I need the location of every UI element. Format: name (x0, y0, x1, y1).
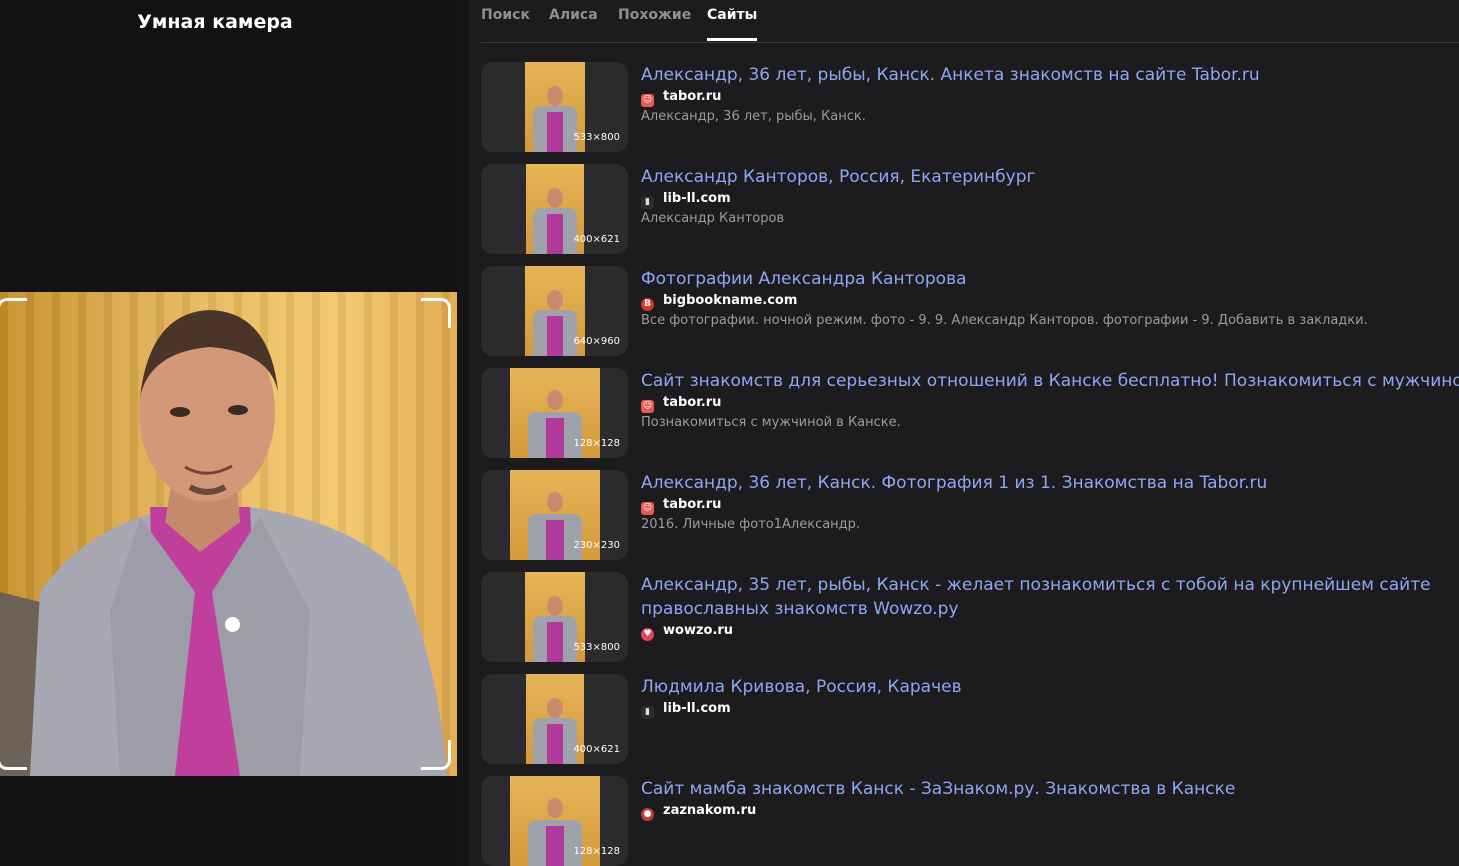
image-dimensions: 128×128 (573, 846, 620, 857)
result-item[interactable]: 533×800 Александр, 35 лет, рыбы, Канск -… (481, 572, 1459, 662)
left-panel: Умная камера (0, 0, 457, 866)
bigbookname-icon: B (641, 298, 654, 311)
result-item[interactable]: 640×960 Фотографии Александра Канторова … (481, 266, 1459, 356)
image-dimensions: 533×800 (573, 642, 620, 653)
result-item[interactable]: 400×621 Людмила Кривова, Россия, Карачев… (481, 674, 1459, 764)
site-domain[interactable]: tabor.ru (663, 497, 721, 512)
tab-bar: Поиск Алиса Похожие Сайты (481, 0, 1459, 43)
results-panel: Поиск Алиса Похожие Сайты 533×800 Алекса… (469, 0, 1459, 866)
result-thumbnail[interactable]: 400×621 (481, 674, 628, 764)
result-thumbnail[interactable]: 640×960 (481, 266, 628, 356)
result-item[interactable]: 533×800 Александр, 36 лет, рыбы, Канск. … (481, 62, 1459, 152)
result-snippet: Александр, 36 лет, рыбы, Канск. (641, 109, 866, 124)
result-title-link[interactable]: Сайт мамба знакомств Канск - ЗаЗнаком.ру… (641, 777, 1459, 801)
result-site[interactable]: ● zaznakom.ru (641, 803, 756, 821)
tab-sites[interactable]: Сайты (707, 7, 758, 41)
result-thumbnail[interactable]: 400×621 (481, 164, 628, 254)
result-site[interactable]: ☺ tabor.ru (641, 89, 721, 107)
result-thumbnail[interactable]: 533×800 (481, 62, 628, 152)
crop-corner-bottom-left[interactable] (0, 740, 27, 770)
result-title-link[interactable]: Фотографии Александра Канторова (641, 267, 1459, 291)
result-title-link[interactable]: Людмила Кривова, Россия, Карачев (641, 675, 1459, 699)
crop-corner-top-right[interactable] (421, 298, 451, 328)
result-item[interactable]: 128×128 Сайт знакомств для серьезных отн… (481, 368, 1459, 458)
object-marker-dot[interactable] (225, 617, 240, 632)
result-site[interactable]: ☺ tabor.ru (641, 497, 721, 515)
book-icon: ▮ (641, 706, 654, 719)
image-dimensions: 400×621 (573, 234, 620, 245)
result-site[interactable]: Bbigbookname.com (641, 293, 797, 311)
crop-corner-bottom-right[interactable] (421, 740, 451, 770)
result-site[interactable]: ▮ lib-ll.com (641, 701, 731, 719)
site-domain[interactable]: tabor.ru (663, 395, 721, 410)
person-photo-illustration (0, 310, 447, 776)
result-title-link[interactable]: Александр, 36 лет, рыбы, Канск. Анкета з… (641, 63, 1459, 87)
result-thumbnail[interactable]: 230×230 (481, 470, 628, 560)
result-thumbnail[interactable]: 128×128 (481, 776, 628, 866)
result-item[interactable]: 128×128 Сайт мамба знакомств Канск - ЗаЗ… (481, 776, 1459, 866)
heart-icon: ♥ (641, 628, 654, 641)
image-dimensions: 533×800 (573, 132, 620, 143)
result-thumbnail[interactable]: 128×128 (481, 368, 628, 458)
book-icon: ▮ (641, 196, 654, 209)
result-item[interactable]: 400×621 Александр Канторов, Россия, Екат… (481, 164, 1459, 254)
site-domain[interactable]: bigbookname.com (663, 293, 797, 308)
result-snippet: Александр Канторов (641, 211, 785, 226)
result-site[interactable]: ☺ tabor.ru (641, 395, 721, 413)
site-domain[interactable]: zaznakom.ru (663, 803, 756, 818)
result-title-link[interactable]: Александр, 35 лет, рыбы, Канск - желает … (641, 573, 1459, 621)
tabor-icon: ☺ (641, 502, 654, 515)
result-site[interactable]: ♥ wowzo.ru (641, 623, 733, 641)
site-domain[interactable]: wowzo.ru (663, 623, 733, 638)
query-photo[interactable] (0, 292, 457, 776)
panel-divider (457, 0, 469, 866)
site-domain[interactable]: tabor.ru (663, 89, 721, 104)
result-item[interactable]: 230×230 Александр, 36 лет, Канск. Фотогр… (481, 470, 1459, 560)
result-title-link[interactable]: Сайт знакомств для серьезных отношений в… (641, 369, 1459, 393)
tab-search[interactable]: Поиск (481, 7, 530, 23)
image-dimensions: 640×960 (573, 336, 620, 347)
result-snippet: Познакомиться с мужчиной в Канске. (641, 415, 901, 430)
image-dimensions: 128×128 (573, 438, 620, 449)
site-domain[interactable]: lib-ll.com (663, 191, 731, 206)
result-title-link[interactable]: Александр Канторов, Россия, Екатеринбург (641, 165, 1459, 189)
tab-alice[interactable]: Алиса (549, 7, 598, 23)
image-dimensions: 230×230 (573, 540, 620, 551)
image-dimensions: 400×621 (573, 744, 620, 755)
result-title-link[interactable]: Александр, 36 лет, Канск. Фотография 1 и… (641, 471, 1459, 495)
panel-title: Умная камера (137, 11, 293, 33)
tabor-icon: ☺ (641, 94, 654, 107)
site-domain[interactable]: lib-ll.com (663, 701, 731, 716)
result-snippet: Все фотографии. ночной режим. фото - 9. … (641, 313, 1368, 328)
tab-similar[interactable]: Похожие (618, 7, 691, 23)
crop-corner-top-left[interactable] (0, 298, 27, 328)
result-thumbnail[interactable]: 533×800 (481, 572, 628, 662)
strawberry-icon: ● (641, 808, 654, 821)
tabor-icon: ☺ (641, 400, 654, 413)
result-snippet: 2016. Личные фото1Александр. (641, 517, 861, 532)
result-site[interactable]: ▮ lib-ll.com (641, 191, 731, 209)
